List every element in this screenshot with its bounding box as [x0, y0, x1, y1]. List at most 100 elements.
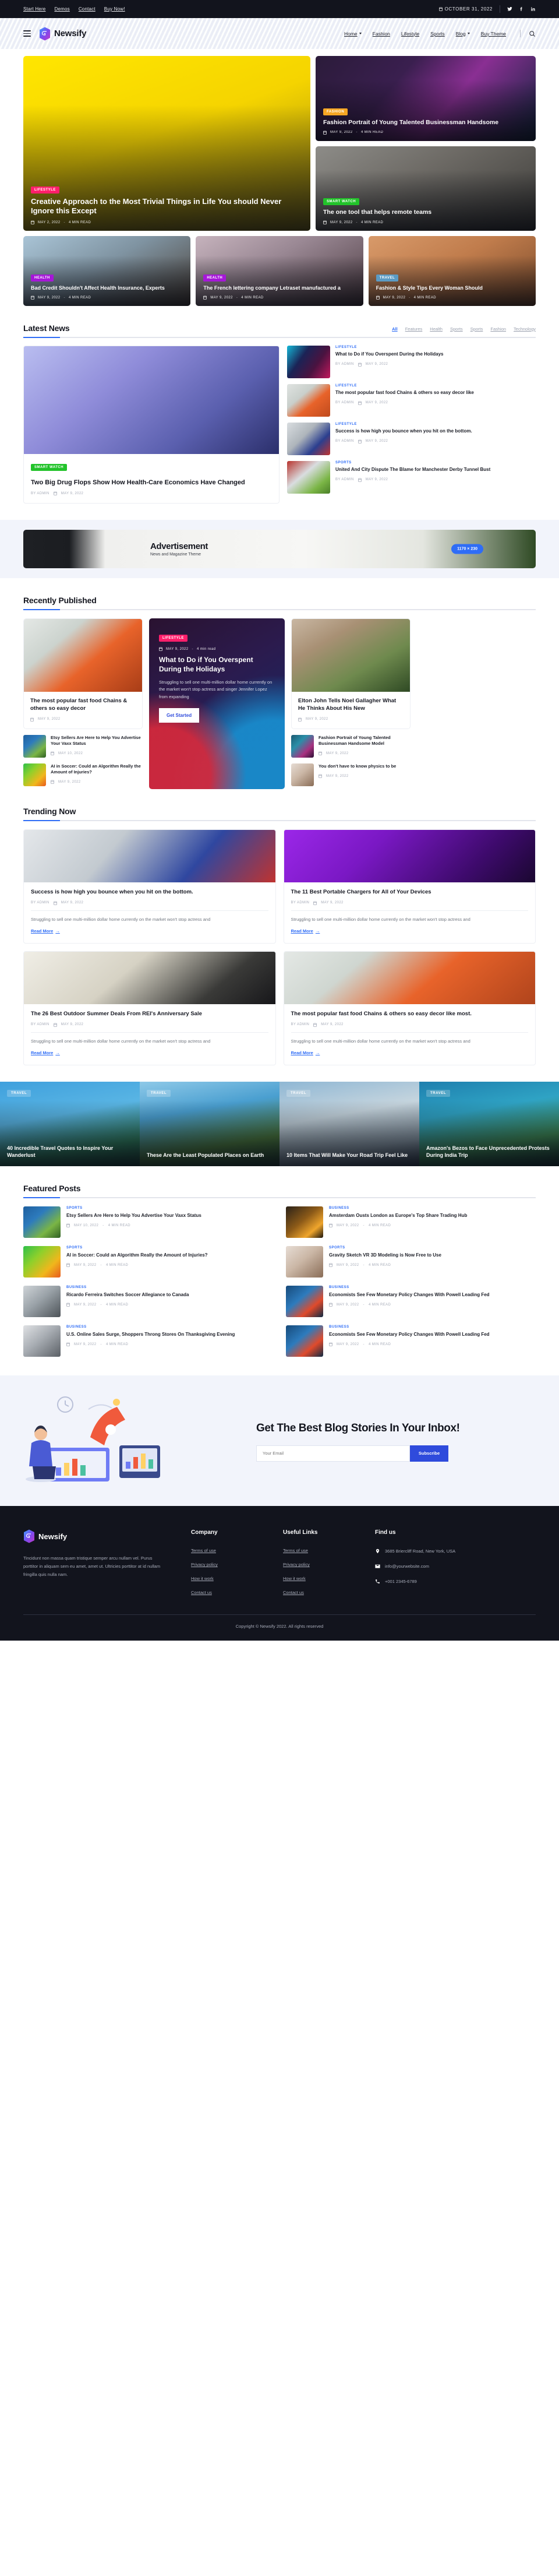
trending-card[interactable]: The most popular fast food Chains & othe… [283, 951, 536, 1066]
post-title[interactable]: U.S. Online Sales Surge, Shoppers Throng… [66, 1331, 235, 1338]
post-title[interactable]: Economists See Few Monetary Policy Chang… [329, 1331, 490, 1338]
get-started-button[interactable]: Get Started [159, 708, 200, 723]
nav-item-sports[interactable]: Sports [430, 31, 445, 37]
category-badge[interactable]: TRAVEL [7, 1090, 31, 1097]
post-title[interactable]: Etsy Sellers Are Here to Help You Advert… [66, 1212, 201, 1219]
filter-sports-2[interactable]: Sports [470, 326, 483, 332]
top-link-contact[interactable]: Contact [79, 6, 95, 12]
post-title[interactable]: The one tool that helps remote teams [323, 209, 528, 217]
list-item[interactable]: AI in Soccer: Could an Algorithm Really … [23, 763, 143, 786]
advertisement-banner[interactable]: Advertisement News and Magazine Theme 11… [23, 530, 536, 569]
post-title[interactable]: Ricardo Ferreira Switches Soccer Allegia… [66, 1291, 189, 1298]
trio-card[interactable]: TRAVEL Fashion & Style Tips Every Woman … [368, 236, 536, 306]
footer-link-how-it-work-2[interactable]: How it work [283, 1576, 352, 1581]
footer-link-terms-2[interactable]: Terms of use [283, 1548, 352, 1553]
category-label[interactable]: BUSINESS [329, 1206, 467, 1210]
post-title[interactable]: Fashion & Style Tips Every Woman Should [376, 285, 528, 292]
subscribe-button[interactable]: Subscribe [410, 1445, 448, 1462]
category-badge[interactable]: SMART WATCH [323, 198, 360, 206]
category-badge[interactable]: HEALTH [203, 275, 227, 282]
facebook-icon[interactable] [519, 4, 524, 15]
trending-card[interactable]: Success is how high you bounce when you … [23, 829, 276, 944]
footer-link-contact[interactable]: Contact us [191, 1590, 260, 1595]
category-label[interactable]: BUSINESS [329, 1325, 490, 1329]
read-more-link[interactable]: Read More → [291, 928, 320, 934]
post-title[interactable]: Etsy Sellers Are Here to Help You Advert… [51, 735, 143, 747]
filter-technology[interactable]: Technology [514, 326, 536, 332]
post-title[interactable]: Elton John Tells Noel Gallagher What He … [298, 698, 404, 713]
list-item[interactable]: LIFESTYLE Success is how high you bounce… [287, 423, 536, 455]
linkedin-icon[interactable] [530, 4, 536, 15]
footer-phone[interactable]: +001 2345-6789 [375, 1578, 536, 1585]
footer-link-terms[interactable]: Terms of use [191, 1548, 260, 1553]
category-label[interactable]: BUSINESS [66, 1286, 189, 1289]
footer-link-privacy-2[interactable]: Privacy policy [283, 1562, 352, 1567]
footer-link-privacy[interactable]: Privacy policy [191, 1562, 260, 1567]
featured-item[interactable]: SPORTS Gravity Sketch VR 3D Modeling is … [286, 1246, 536, 1278]
category-badge[interactable]: TRAVEL [376, 275, 399, 282]
travel-card[interactable]: TRAVEL 40 Incredible Travel Quotes to In… [0, 1082, 140, 1167]
post-title[interactable]: United And City Dispute The Blame for Ma… [335, 467, 490, 473]
category-label[interactable]: SPORTS [66, 1246, 208, 1250]
trending-card[interactable]: The 26 Best Outdoor Summer Deals From RE… [23, 951, 276, 1066]
trending-card[interactable]: The 11 Best Portable Chargers for All of… [283, 829, 536, 944]
post-title[interactable]: The most popular fast food Chains & othe… [335, 390, 474, 396]
post-title[interactable]: The most popular fast food Chains & othe… [30, 698, 136, 713]
category-badge[interactable]: HEALTH [31, 275, 54, 282]
category-badge[interactable]: TRAVEL [426, 1090, 451, 1097]
nav-item-blog[interactable]: Blog [456, 31, 470, 37]
post-title[interactable]: AI in Soccer: Could an Algorithm Really … [51, 763, 143, 775]
read-more-link[interactable]: Read More → [31, 928, 60, 934]
top-link-start-here[interactable]: Start Here [23, 6, 45, 12]
post-title[interactable]: Two Big Drug Flops Show How Health-Care … [31, 478, 272, 487]
category-label[interactable]: SPORTS [329, 1246, 441, 1250]
travel-card[interactable]: TRAVEL These Are the Least Populated Pla… [140, 1082, 280, 1167]
footer-logo[interactable]: Newsify [23, 1529, 168, 1543]
hero-title[interactable]: Creative Approach to the Most Trivial Th… [31, 197, 303, 216]
post-title[interactable]: Economists See Few Monetary Policy Chang… [329, 1291, 490, 1298]
post-title[interactable]: Success is how high you bounce when you … [335, 428, 472, 435]
top-link-buy-now[interactable]: Buy Now! [104, 6, 125, 12]
category-label[interactable]: LIFESTYLE [335, 346, 444, 349]
list-item[interactable]: LIFESTYLE The most popular fast food Cha… [287, 384, 536, 417]
footer-link-how-it-work[interactable]: How it work [191, 1576, 260, 1581]
nav-item-buy-theme[interactable]: Buy Theme [481, 31, 506, 37]
recently-card[interactable]: Elton John Tells Noel Gallagher What He … [291, 618, 411, 729]
footer-link-contact-2[interactable]: Contact us [283, 1590, 352, 1595]
category-badge[interactable]: TRAVEL [147, 1090, 171, 1097]
post-title[interactable]: What to Do if You Overspent During the H… [335, 351, 444, 358]
list-item[interactable]: SPORTS United And City Dispute The Blame… [287, 461, 536, 494]
trio-card[interactable]: HEALTH The French lettering company Letr… [196, 236, 363, 306]
nav-item-home[interactable]: Home [344, 31, 362, 37]
post-title[interactable]: The 11 Best Portable Chargers for All of… [291, 889, 529, 896]
nav-item-lifestyle[interactable]: Lifestyle [401, 31, 419, 37]
hamburger-menu-icon[interactable] [23, 30, 31, 37]
post-title[interactable]: What to Do if You Overspent During the H… [159, 656, 275, 674]
featured-item[interactable]: BUSINESS U.S. Online Sales Surge, Shoppe… [23, 1325, 273, 1357]
travel-card[interactable]: TRAVEL Amazon's Bezos to Face Unpreceden… [419, 1082, 559, 1167]
hero-side-card[interactable]: SMART WATCH The one tool that helps remo… [316, 146, 536, 231]
category-label[interactable]: LIFESTYLE [335, 423, 472, 426]
featured-item[interactable]: SPORTS AI in Soccer: Could an Algorithm … [23, 1246, 273, 1278]
post-title[interactable]: 10 Items That Will Make Your Road Trip F… [286, 1152, 412, 1159]
post-title[interactable]: Fashion Portrait of Young Talented Busin… [323, 119, 528, 127]
post-title[interactable]: Bad Credit Shouldn't Affect Health Insur… [31, 285, 183, 292]
email-input[interactable] [256, 1445, 410, 1462]
filter-sports[interactable]: Sports [450, 326, 463, 332]
trio-card[interactable]: HEALTH Bad Credit Shouldn't Affect Healt… [23, 236, 191, 306]
post-title[interactable]: AI in Soccer: Could an Algorithm Really … [66, 1252, 208, 1258]
category-badge[interactable]: TRAVEL [286, 1090, 311, 1097]
post-title[interactable]: Amazon's Bezos to Face Unprecedented Pro… [426, 1145, 552, 1159]
filter-fashion[interactable]: Fashion [490, 326, 506, 332]
hero-main-card[interactable]: LIFESTYLE Creative Approach to the Most … [23, 56, 310, 231]
read-more-link[interactable]: Read More → [291, 1050, 320, 1055]
site-logo[interactable]: Newsify [39, 27, 86, 41]
featured-item[interactable]: BUSINESS Ricardo Ferreira Switches Socce… [23, 1286, 273, 1318]
featured-item[interactable]: BUSINESS Economists See Few Monetary Pol… [286, 1286, 536, 1318]
list-item[interactable]: You don't have to know physics to be MAY… [291, 763, 411, 786]
category-badge[interactable]: LIFESTYLE [159, 635, 187, 642]
post-title[interactable]: You don't have to know physics to be [319, 763, 396, 769]
category-badge[interactable]: LIFESTYLE [31, 186, 59, 193]
featured-item[interactable]: BUSINESS Amsterdam Ousts London as Europ… [286, 1206, 536, 1238]
post-title[interactable]: The 26 Best Outdoor Summer Deals From RE… [31, 1011, 268, 1018]
